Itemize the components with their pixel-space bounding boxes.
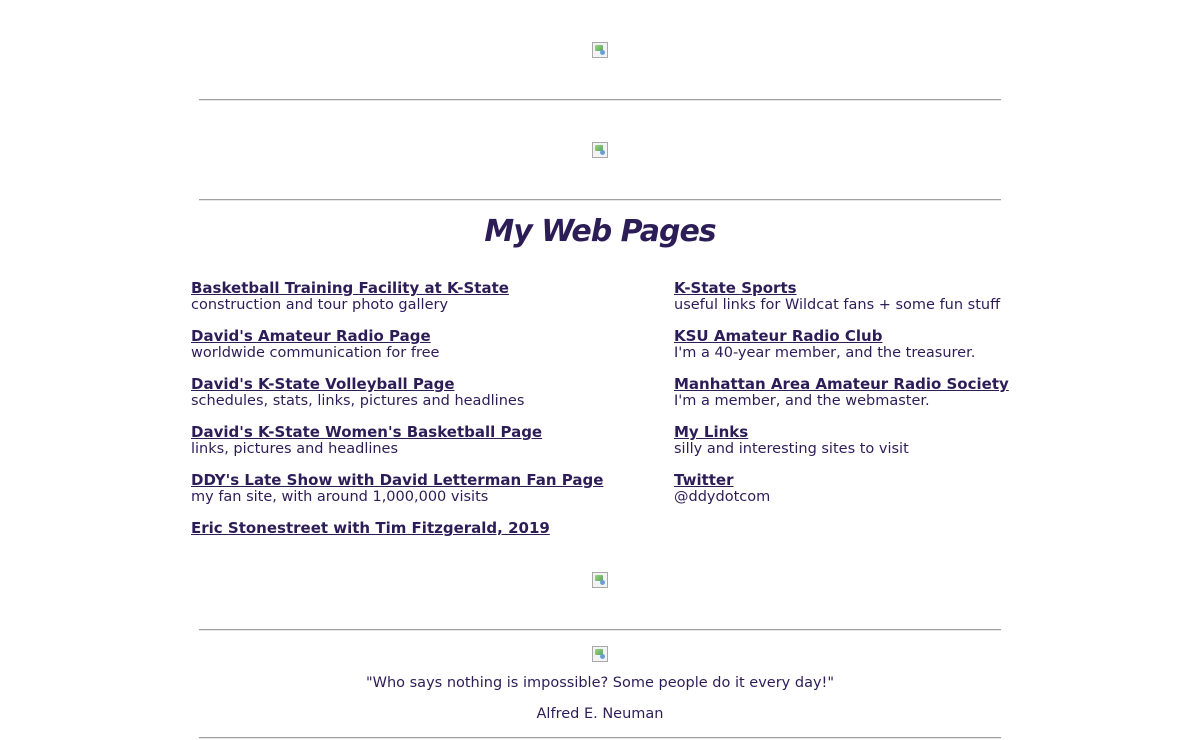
link-description: construction and tour photo gallery bbox=[191, 297, 449, 313]
list-item: My Links silly and interesting sites to … bbox=[674, 424, 1144, 458]
list-item: David's K-State Volleyball Page schedule… bbox=[191, 376, 661, 410]
divider bbox=[199, 737, 1001, 739]
link-description: schedules, stats, links, pictures and he… bbox=[191, 393, 525, 409]
link-eric-stonestreet[interactable]: Eric Stonestreet with Tim Fitzgerald, 20… bbox=[191, 520, 661, 537]
list-item: Eric Stonestreet with Tim Fitzgerald, 20… bbox=[191, 520, 661, 537]
link-description: links, pictures and headlines bbox=[191, 441, 399, 457]
divider bbox=[199, 99, 1001, 101]
divider bbox=[199, 629, 1001, 631]
link-description: silly and interesting sites to visit bbox=[674, 441, 909, 457]
link-ksu-amateur-radio-club[interactable]: KSU Amateur Radio Club bbox=[674, 328, 1144, 345]
page-title: My Web Pages bbox=[484, 214, 716, 249]
banner-image-icon bbox=[592, 142, 608, 158]
footer-image-icon bbox=[592, 572, 608, 588]
link-description: I'm a member, and the webmaster. bbox=[674, 393, 930, 409]
list-item: K-State Sports useful links for Wildcat … bbox=[674, 280, 1144, 314]
quote-image-icon bbox=[592, 646, 608, 662]
list-item: David's K-State Women's Basketball Page … bbox=[191, 424, 661, 458]
divider bbox=[199, 199, 1001, 201]
link-description: worldwide communication for free bbox=[191, 345, 440, 361]
link-twitter[interactable]: Twitter bbox=[674, 472, 1144, 489]
link-basketball-training-facility[interactable]: Basketball Training Facility at K-State bbox=[191, 280, 661, 297]
link-description: I'm a 40-year member, and the treasurer. bbox=[674, 345, 976, 361]
link-manhattan-radio-society[interactable]: Manhattan Area Amateur Radio Society bbox=[674, 376, 1144, 393]
link-description: useful links for Wildcat fans + some fun… bbox=[674, 297, 1001, 313]
link-late-show-fan-page[interactable]: DDY's Late Show with David Letterman Fan… bbox=[191, 472, 661, 489]
list-item: Manhattan Area Amateur Radio Society I'm… bbox=[674, 376, 1144, 410]
link-volleyball-page[interactable]: David's K-State Volleyball Page bbox=[191, 376, 661, 393]
link-amateur-radio-page[interactable]: David's Amateur Radio Page bbox=[191, 328, 661, 345]
link-my-links[interactable]: My Links bbox=[674, 424, 1144, 441]
list-item: DDY's Late Show with David Letterman Fan… bbox=[191, 472, 661, 506]
link-kstate-sports[interactable]: K-State Sports bbox=[674, 280, 1144, 297]
list-item: David's Amateur Radio Page worldwide com… bbox=[191, 328, 661, 362]
quote-author: Alfred E. Neuman bbox=[536, 706, 664, 722]
list-item: Basketball Training Facility at K-State … bbox=[191, 280, 661, 314]
link-womens-basketball-page[interactable]: David's K-State Women's Basketball Page bbox=[191, 424, 661, 441]
quote-text: "Who says nothing is impossible? Some pe… bbox=[365, 675, 835, 691]
list-item: KSU Amateur Radio Club I'm a 40-year mem… bbox=[674, 328, 1144, 362]
header-image-icon bbox=[592, 42, 608, 58]
link-description: my fan site, with around 1,000,000 visit… bbox=[191, 489, 489, 505]
link-description: @ddydotcom bbox=[674, 489, 771, 505]
list-item: Twitter @ddydotcom bbox=[674, 472, 1144, 506]
